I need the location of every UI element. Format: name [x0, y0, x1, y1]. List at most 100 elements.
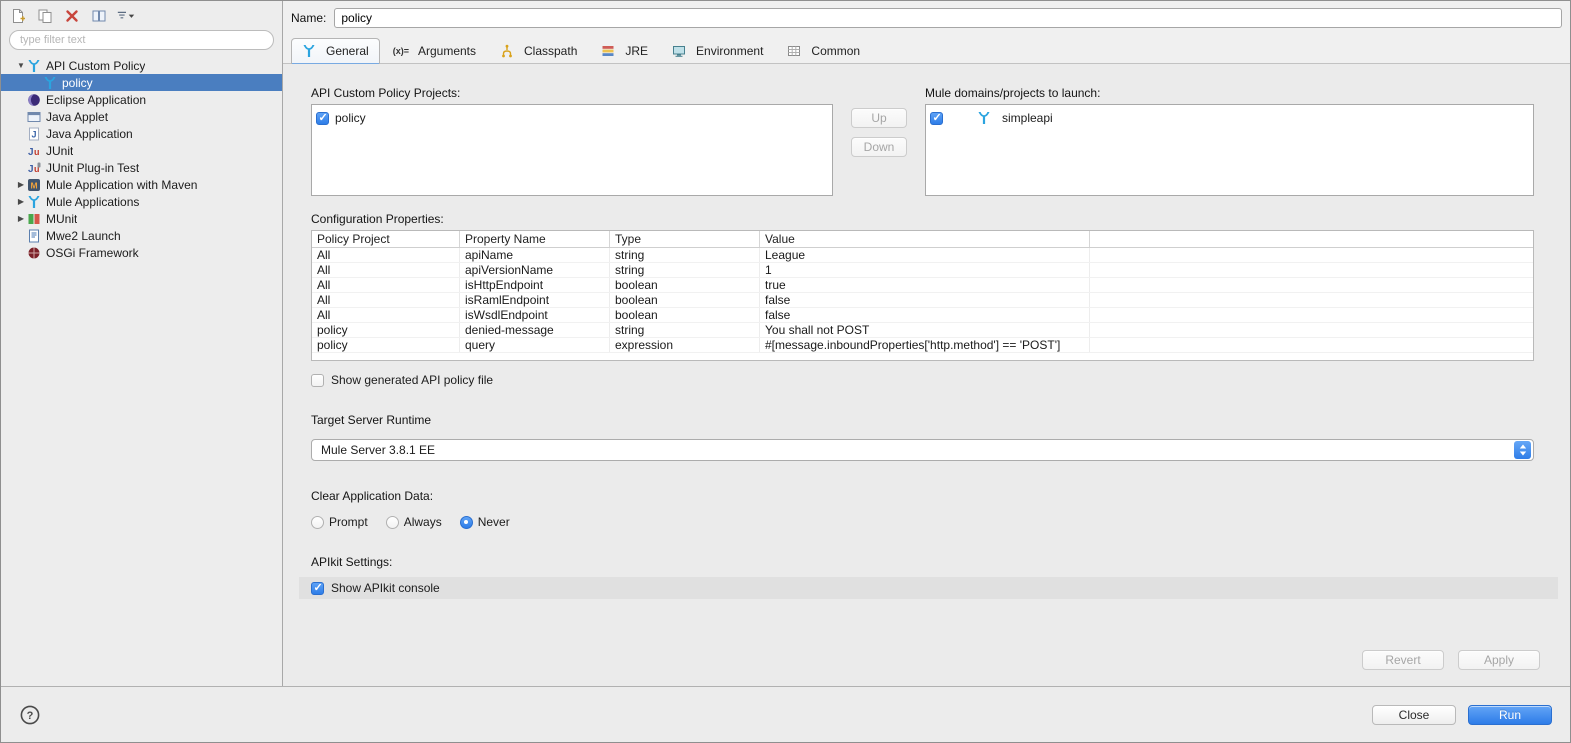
table-row[interactable]: policy denied-message string You shall not … — [312, 323, 1533, 338]
mule-icon — [27, 195, 41, 209]
filter-input[interactable] — [9, 30, 274, 50]
name-input[interactable] — [334, 8, 1562, 28]
table-cell-filler — [1090, 293, 1533, 307]
arguments-icon: (x)= — [392, 46, 409, 56]
radio-button-icon[interactable] — [311, 515, 324, 529]
delete-config-icon[interactable] — [62, 7, 82, 25]
maven-icon: M — [27, 178, 41, 192]
column-header-policy-project[interactable]: Policy Project — [312, 231, 460, 247]
down-button[interactable]: Down — [851, 137, 907, 157]
tree-item-mule-application-with-maven[interactable]: ▶ M Mule Application with Maven — [1, 176, 282, 193]
tree-item-junit-plug-in-test[interactable]: Ju JUnit Plug-in Test — [1, 159, 282, 176]
tree-item-eclipse-application[interactable]: Eclipse Application — [1, 91, 282, 108]
table-cell: isWsdlEndpoint — [460, 308, 610, 322]
tab-label: JRE — [625, 44, 649, 58]
list-item-simpleapi[interactable]: simpleapi — [930, 109, 1529, 127]
column-header-value[interactable]: Value — [760, 231, 1090, 247]
tree-item-policy[interactable]: policy — [1, 74, 282, 91]
radio-button-icon[interactable] — [385, 515, 399, 529]
column-header-type[interactable]: Type — [610, 231, 760, 247]
clear-data-radios: Prompt Always Never — [311, 515, 1534, 529]
show-generated-row[interactable]: Show generated API policy file — [311, 373, 493, 387]
table-cell-filler — [1090, 338, 1533, 352]
column-header-property-name[interactable]: Property Name — [460, 231, 610, 247]
environment-icon — [672, 44, 686, 58]
radio-label: Never — [477, 515, 510, 529]
table-row[interactable]: policy query expression #[message.inboundPr… — [312, 338, 1533, 353]
table-row[interactable]: All isWsdlEndpoint boolean false — [312, 308, 1533, 323]
tree-item-mule-applications[interactable]: ▶ Mule Applications — [1, 193, 282, 210]
tab-label: Environment — [696, 44, 764, 58]
table-header-row: Policy Project Property Name Type Value — [312, 231, 1533, 248]
close-button[interactable]: Close — [1372, 704, 1456, 725]
tree-item-munit[interactable]: ▶ MUnit — [1, 210, 282, 227]
tree-item-label: JUnit — [46, 143, 74, 158]
radio-never[interactable]: Never — [459, 515, 510, 529]
new-config-icon[interactable] — [8, 7, 28, 25]
table-row[interactable]: All isRamlEndpoint boolean false — [312, 293, 1533, 308]
tree-item-junit[interactable]: Ju JUnit — [1, 142, 282, 159]
disclosure-collapsed-icon[interactable]: ▶ — [15, 210, 27, 227]
tree-item-osgi-framework[interactable]: OSGi Framework — [1, 244, 282, 261]
radio-label: Prompt — [329, 515, 368, 529]
run-button[interactable]: Run — [1468, 704, 1552, 725]
radio-prompt[interactable]: Prompt — [311, 515, 368, 529]
list-item-policy[interactable]: policy — [316, 109, 828, 127]
item-checkbox[interactable] — [930, 111, 943, 125]
tab-classpath[interactable]: Classpath — [489, 38, 588, 64]
filter-menu-icon[interactable] — [116, 7, 136, 25]
mule-icon — [977, 111, 991, 125]
table-cell: false — [760, 293, 1090, 307]
tree-item-java-application[interactable]: J Java Application — [1, 125, 282, 142]
mule-domains-list[interactable]: simpleapi — [925, 104, 1534, 196]
disclosure-collapsed-icon[interactable]: ▶ — [15, 176, 27, 193]
table-row[interactable]: All apiVersionName string 1 — [312, 263, 1533, 278]
table-cell: All — [312, 263, 460, 277]
dialog-body: ▼ API Custom Policy policy Eclipse Applicat… — [1, 1, 1570, 686]
duplicate-config-icon[interactable] — [35, 7, 55, 25]
up-button[interactable]: Up — [851, 108, 907, 128]
table-cell-filler — [1090, 308, 1533, 322]
help-icon[interactable]: ? — [19, 704, 41, 726]
table-cell: 1 — [760, 263, 1090, 277]
jre-icon — [601, 44, 615, 58]
eclipse-icon — [27, 93, 41, 107]
sidebar: ▼ API Custom Policy policy Eclipse Applicat… — [1, 1, 282, 686]
tab-common[interactable]: Common — [776, 38, 871, 64]
table-row[interactable]: All apiName string League — [312, 248, 1533, 263]
collapse-all-icon[interactable] — [89, 7, 109, 25]
policy-projects-list[interactable]: policy — [311, 104, 833, 196]
table-cell: League — [760, 248, 1090, 262]
svg-text:?: ? — [27, 710, 34, 722]
tab-arguments[interactable]: (x)= Arguments — [382, 38, 487, 64]
apikit-console-checkbox[interactable] — [311, 581, 324, 595]
revert-button[interactable]: Revert — [1362, 650, 1444, 670]
tab-general[interactable]: General — [291, 38, 380, 65]
disclosure-collapsed-icon[interactable]: ▶ — [15, 193, 27, 210]
mule-domains-section: Mule domains/projects to launch: simplea… — [925, 86, 1534, 196]
apikit-console-row[interactable]: Show APIkit console — [299, 577, 1558, 599]
item-checkbox[interactable] — [316, 111, 329, 125]
tree-item-mwe2-launch[interactable]: Mwe2 Launch — [1, 227, 282, 244]
sidebar-toolbar — [1, 1, 282, 27]
combo-stepper-icon[interactable] — [1514, 441, 1531, 459]
radio-always[interactable]: Always — [385, 515, 442, 529]
target-server-combo[interactable]: Mule Server 3.8.1 EE — [311, 439, 1534, 461]
table-cell: isRamlEndpoint — [460, 293, 610, 307]
disclosure-expanded-icon[interactable]: ▼ — [15, 57, 27, 74]
tree-item-java-applet[interactable]: Java Applet — [1, 108, 282, 125]
applet-icon — [27, 110, 41, 124]
name-label: Name: — [291, 11, 327, 25]
table-cell: All — [312, 278, 460, 292]
tab-environment[interactable]: Environment — [661, 38, 774, 64]
tab-jre[interactable]: JRE — [590, 38, 659, 64]
show-generated-checkbox[interactable] — [311, 373, 324, 387]
tree-item-label: OSGi Framework — [46, 245, 139, 260]
apply-button[interactable]: Apply — [1458, 650, 1540, 670]
configuration-properties-label: Configuration Properties: — [311, 212, 444, 226]
tree-item-api-custom-policy[interactable]: ▼ API Custom Policy — [1, 57, 282, 74]
table-cell: You shall not POST — [760, 323, 1090, 337]
osgi-icon — [27, 246, 41, 260]
radio-button-icon[interactable] — [459, 515, 473, 529]
table-row[interactable]: All isHttpEndpoint boolean true — [312, 278, 1533, 293]
